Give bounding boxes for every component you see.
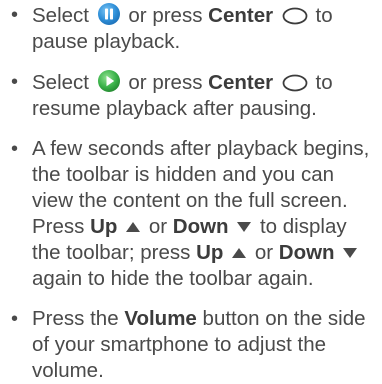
or-press-text: or press [128,71,203,94]
up-arrow-icon [231,247,247,259]
resume-description: resume playback after pausing. [32,97,317,120]
center-key-icon [282,74,308,92]
center-key-icon [282,7,308,25]
down-arrow-icon [236,221,252,233]
play-icon [97,69,121,93]
volume-key-label: Volume [124,307,197,330]
or-press-text: or press [128,4,203,27]
center-key-label: Center [208,71,274,94]
list-item-toolbar: A few seconds after playback begins, the… [10,136,374,292]
select-text: Select [32,71,89,94]
or-text: or [254,241,274,264]
pause-icon [97,2,121,26]
list-item-pause: Select or press Center [10,2,374,55]
up-key-label: Up [196,241,224,264]
down-arrow-icon [342,247,358,259]
down-key-label: Down [172,215,229,238]
center-key-label: Center [208,4,274,27]
to-text: to [315,71,333,94]
volume-lead-text: Press the [32,307,119,330]
select-text: Select [32,4,89,27]
toolbar-tail-text: again to hide the toolbar again. [32,267,314,290]
manual-page: Select or press Center [0,0,382,382]
pause-description: pause playback. [32,30,181,53]
list-item-volume: Press the Volume button on the side of y… [10,306,374,384]
instruction-list: Select or press Center [10,2,374,384]
down-key-label: Down [278,241,335,264]
or-text: or [148,215,168,238]
up-arrow-icon [125,221,141,233]
up-key-label: Up [90,215,118,238]
list-item-resume: Select or press Center [10,69,374,122]
to-text: to [315,4,333,27]
